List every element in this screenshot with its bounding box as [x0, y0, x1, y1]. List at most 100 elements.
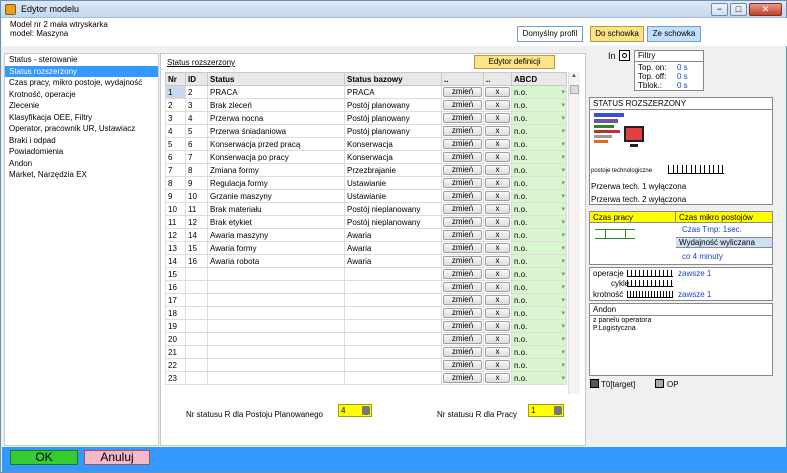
table-row[interactable]: 6 7 Konserwacja po pracy Konserwacja zmień x n…	[165, 150, 567, 164]
dropdown-arrow-icon[interactable]: ▾	[561, 192, 565, 200]
cell-abcd[interactable]: n.o. ▾	[511, 215, 567, 229]
sidebar-item[interactable]: Zlecenie	[5, 100, 158, 112]
table-row[interactable]: 17 zmień x n.o. ▾	[165, 293, 567, 307]
cell-abcd[interactable]: n.o. ▾	[511, 189, 567, 203]
dropdown-arrow-icon[interactable]: ▾	[561, 153, 565, 161]
delete-button[interactable]: x	[485, 373, 510, 383]
spinner-arrows-icon[interactable]	[362, 406, 370, 415]
table-row[interactable]: 4 5 Przerwa śniadaniowa Postój planowany zmi…	[165, 124, 567, 138]
change-button[interactable]: zmień	[443, 308, 482, 318]
delete-button[interactable]: x	[485, 256, 510, 266]
change-button[interactable]: zmień	[443, 282, 482, 292]
cell-abcd[interactable]: n.o. ▾	[511, 293, 567, 307]
delete-button[interactable]: x	[485, 152, 510, 162]
delete-button[interactable]: x	[485, 100, 510, 110]
table-row[interactable]: 7 8 Zmiana formy Przezbrajanie zmień x n.o. ▾	[165, 163, 567, 177]
delete-button[interactable]: x	[485, 243, 510, 253]
change-button[interactable]: zmień	[443, 256, 482, 266]
work-time-box[interactable]: Czas pracy Czas mikro postojów Czas Tmp:…	[589, 211, 773, 265]
cell-abcd[interactable]: n.o. ▾	[511, 241, 567, 255]
cell-abcd[interactable]: n.o. ▾	[511, 137, 567, 151]
table-scrollbar[interactable]: ▲	[568, 72, 580, 394]
operator-icon[interactable]	[655, 379, 664, 388]
status-extended-box[interactable]: STATUS ROZSZERZONY postoje technologiczn…	[589, 97, 773, 205]
delete-button[interactable]: x	[485, 308, 510, 318]
dropdown-arrow-icon[interactable]: ▾	[561, 231, 565, 239]
delete-button[interactable]: x	[485, 282, 510, 292]
cell-abcd[interactable]: n.o. ▾	[511, 358, 567, 372]
delete-button[interactable]: x	[485, 165, 510, 175]
change-button[interactable]: zmień	[443, 269, 482, 279]
sidebar-item[interactable]: Braki i odpad	[5, 135, 158, 147]
dropdown-arrow-icon[interactable]: ▾	[561, 348, 565, 356]
cell-abcd[interactable]: n.o. ▾	[511, 85, 567, 99]
table-row[interactable]: 20 zmień x n.o. ▾	[165, 332, 567, 346]
table-row[interactable]: 15 zmień x n.o. ▾	[165, 267, 567, 281]
table-row[interactable]: 8 9 Regulacja formy Ustawianie zmień x n.o. ▾	[165, 176, 567, 190]
dropdown-arrow-icon[interactable]: ▾	[561, 218, 565, 226]
cell-abcd[interactable]: n.o. ▾	[511, 111, 567, 125]
cell-abcd[interactable]: n.o. ▾	[511, 228, 567, 242]
dropdown-arrow-icon[interactable]: ▾	[561, 127, 565, 135]
target-icon[interactable]	[590, 379, 599, 388]
dropdown-arrow-icon[interactable]: ▾	[561, 114, 565, 122]
delete-button[interactable]: x	[485, 191, 510, 201]
sidebar-item[interactable]: Krotność, operacje	[5, 89, 158, 101]
table-row[interactable]: 1 2 PRACA PRACA zmień x n.o. ▾	[165, 85, 567, 99]
cell-abcd[interactable]: n.o. ▾	[511, 176, 567, 190]
delete-button[interactable]: x	[485, 230, 510, 240]
dropdown-arrow-icon[interactable]: ▾	[561, 205, 565, 213]
table-row[interactable]: 14 16 Awaria robota Awaria zmień x n.o. ▾	[165, 254, 567, 268]
delete-button[interactable]: x	[485, 347, 510, 357]
change-button[interactable]: zmień	[443, 87, 482, 97]
delete-button[interactable]: x	[485, 360, 510, 370]
cell-abcd[interactable]: n.o. ▾	[511, 124, 567, 138]
sidebar-item[interactable]: Klasyfikacja OEE, Filtry	[5, 112, 158, 124]
change-button[interactable]: zmień	[443, 139, 482, 149]
op-label[interactable]: OP	[667, 380, 679, 389]
dropdown-arrow-icon[interactable]: ▾	[561, 244, 565, 252]
dropdown-arrow-icon[interactable]: ▾	[561, 270, 565, 278]
cell-abcd[interactable]: n.o. ▾	[511, 332, 567, 346]
scroll-thumb[interactable]	[570, 85, 579, 94]
table-row[interactable]: 10 11 Brak materiału Postój nieplanowany zmi…	[165, 202, 567, 216]
delete-button[interactable]: x	[485, 321, 510, 331]
dropdown-arrow-icon[interactable]: ▾	[561, 179, 565, 187]
table-row[interactable]: 23 zmień x n.o. ▾	[165, 371, 567, 385]
sidebar-item[interactable]: Status rozszerzony	[5, 65, 158, 77]
t0-target-label[interactable]: T0[target]	[601, 380, 635, 389]
scroll-up-icon[interactable]: ▲	[571, 73, 577, 79]
dropdown-arrow-icon[interactable]: ▾	[561, 309, 565, 317]
change-button[interactable]: zmień	[443, 230, 482, 240]
cell-abcd[interactable]: n.o. ▾	[511, 150, 567, 164]
change-button[interactable]: zmień	[443, 191, 482, 201]
change-button[interactable]: zmień	[443, 347, 482, 357]
change-button[interactable]: zmień	[443, 113, 482, 123]
change-button[interactable]: zmień	[443, 178, 482, 188]
dropdown-arrow-icon[interactable]: ▾	[561, 101, 565, 109]
delete-button[interactable]: x	[485, 139, 510, 149]
sidebar-item[interactable]: Czas pracy, mikro postoje, wydajność	[5, 77, 158, 89]
table-row[interactable]: 13 15 Awaria formy Awaria zmień x n.o. ▾	[165, 241, 567, 255]
spinner-arrows-icon[interactable]	[554, 406, 562, 415]
close-button[interactable]: ✕	[749, 3, 782, 16]
table-row[interactable]: 3 4 Przerwa nocna Postój planowany zmień x n.o…	[165, 111, 567, 125]
dropdown-arrow-icon[interactable]: ▾	[561, 140, 565, 148]
dropdown-arrow-icon[interactable]: ▾	[561, 166, 565, 174]
cell-abcd[interactable]: n.o. ▾	[511, 254, 567, 268]
cancel-button[interactable]: Anuluj	[84, 450, 150, 465]
change-button[interactable]: zmień	[443, 126, 482, 136]
cell-abcd[interactable]: n.o. ▾	[511, 319, 567, 333]
table-row[interactable]: 11 12 Brak etykiet Postój nieplanowany zmień…	[165, 215, 567, 229]
table-row[interactable]: 18 zmień x n.o. ▾	[165, 306, 567, 320]
delete-button[interactable]: x	[485, 113, 510, 123]
sidebar-item[interactable]: Market, Narzędzia EX	[5, 169, 158, 181]
cell-abcd[interactable]: n.o. ▾	[511, 345, 567, 359]
dropdown-arrow-icon[interactable]: ▾	[561, 361, 565, 369]
table-row[interactable]: 9 10 Grzanie maszyny Ustawianie zmień x n.o. ▾	[165, 189, 567, 203]
edit-definitions-button[interactable]: Edytor definicji	[474, 55, 555, 69]
change-button[interactable]: zmień	[443, 165, 482, 175]
table-row[interactable]: 16 zmień x n.o. ▾	[165, 280, 567, 294]
delete-button[interactable]: x	[485, 334, 510, 344]
dropdown-arrow-icon[interactable]: ▾	[561, 88, 565, 96]
